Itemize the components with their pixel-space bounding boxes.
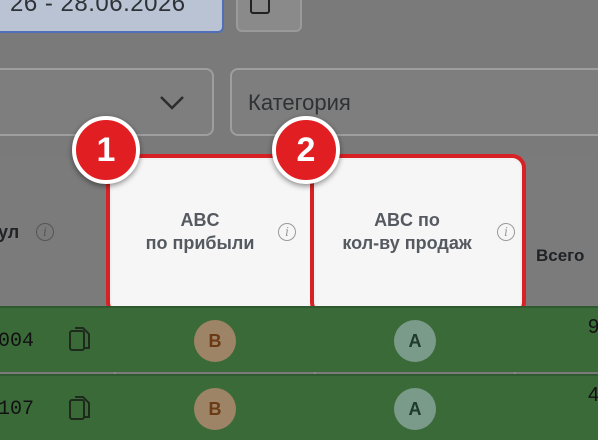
info-icon[interactable]: i	[278, 223, 296, 241]
row-code: 107	[0, 398, 35, 421]
date-range-value: 26 - 28.06.2026	[10, 0, 186, 17]
callout-badge-1: 1	[72, 116, 140, 184]
category-placeholder: Категория	[248, 90, 351, 115]
chevron-down-icon	[160, 96, 184, 110]
header-total[interactable]: Всего	[536, 246, 584, 266]
copy-icon[interactable]	[68, 393, 92, 423]
row-total: 4	[588, 384, 598, 406]
header-abc-sales-label: ABC по кол-ву продаж	[342, 210, 472, 253]
grade-badge: B	[194, 320, 236, 362]
header-abc-profit-label: ABC по прибыли	[145, 210, 255, 253]
header-article[interactable]: ул	[0, 222, 19, 243]
grade-badge: A	[394, 320, 436, 362]
calendar-icon	[250, 0, 270, 14]
callout-badge-2: 2	[272, 116, 340, 184]
row-total: 9	[588, 316, 598, 338]
grade-badge: B	[194, 388, 236, 430]
grade-badge: A	[394, 388, 436, 430]
info-icon[interactable]: i	[497, 223, 515, 241]
row-code: 004	[0, 330, 35, 353]
copy-icon[interactable]	[68, 324, 92, 354]
info-icon[interactable]: i	[36, 223, 54, 241]
